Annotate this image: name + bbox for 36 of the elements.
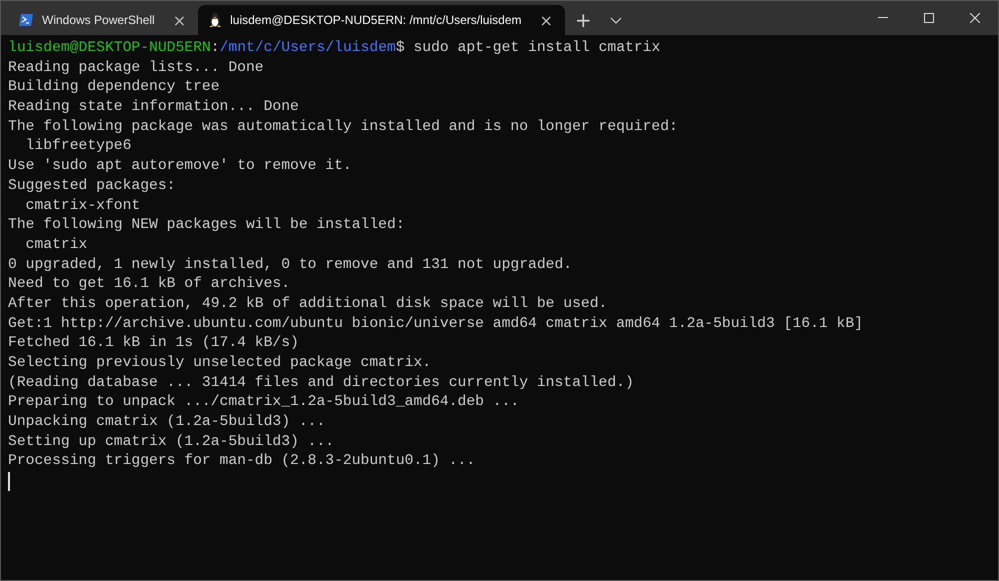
maximize-icon: [924, 13, 934, 23]
close-tab-button[interactable]: ×: [170, 10, 188, 30]
output-line: libfreetype6: [24, 137, 132, 156]
command-line: luisdem@DESKTOP-NUD5ERN:/mnt/c/Users/luisdem$ sudo apt-get install cmatrix: [8, 39, 662, 58]
tab[interactable]: luisdem@DESKTOP-NUD5ERN: /mnt/c/Users/luisdem ×: [198, 5, 565, 35]
output-line: Unpacking cmatrix (1.2a-5build3) ...: [8, 413, 326, 432]
output-line: Get:1 http://archive.ubuntu.com/ubuntu bionic/universe amd64 cmatrix amd64 1.2a-5build3 [16.1 kB]: [8, 314, 864, 334]
tab[interactable]: Windows PowerShell ×: [8, 5, 198, 35]
tab-title: luisdem@DESKTOP-NUD5ERN: /mnt/c/Users/luisdem: [230, 13, 522, 27]
output-line: After this operation, 49.2 kB of additional disk space will be used.: [8, 294, 608, 314]
close-tab-button[interactable]: ×: [537, 10, 555, 30]
output-line: Selecting previously unselected package cmatrix.: [8, 354, 432, 373]
output-line: Need to get 16.1 kB of archives.: [8, 275, 292, 294]
output-line: Reading package lists... Done: [8, 58, 265, 78]
close-icon: [970, 13, 980, 23]
output-line: 0 upgraded, 1 newly installed, 0 to remove and 131 not upgraded.: [8, 256, 574, 275]
output-line: Use 'sudo apt autoremove' to remove it.: [8, 157, 353, 176]
output-line: cmatrix: [24, 236, 88, 255]
terminal-prompt-icon: [18, 13, 34, 27]
output-line: Fetched 16.1 kB in 1s (17.4 kB/s): [8, 334, 300, 354]
output-line: Suggested packages:: [8, 176, 176, 196]
text-cursor: [8, 472, 10, 492]
output-line: Building dependency tree: [8, 78, 221, 98]
output-line: Processing triggers for man-db (2.8.3-2ubuntu0.1) ...: [8, 452, 476, 472]
output-line: Reading state information... Done: [8, 98, 300, 118]
new-tab-button[interactable]: +: [564, 5, 602, 35]
output-line: The following package was automatically installed and is no longer required:: [8, 118, 679, 137]
output-line: (Reading database ... 31414 files and directories currently installed.): [8, 374, 635, 393]
penguin-icon: [208, 12, 222, 28]
chevron-down-icon: [610, 16, 622, 24]
minimize-icon: [878, 17, 888, 19]
tab-title: Windows PowerShell: [42, 13, 155, 27]
output-line: Preparing to unpack .../cmatrix_1.2a-5build3_amd64.deb ...: [8, 393, 520, 412]
output-line: The following NEW packages will be installed:: [8, 216, 406, 236]
output-line: cmatrix-xfont: [24, 196, 142, 216]
output-line: Setting up cmatrix (1.2a-5build3) ...: [8, 432, 336, 452]
